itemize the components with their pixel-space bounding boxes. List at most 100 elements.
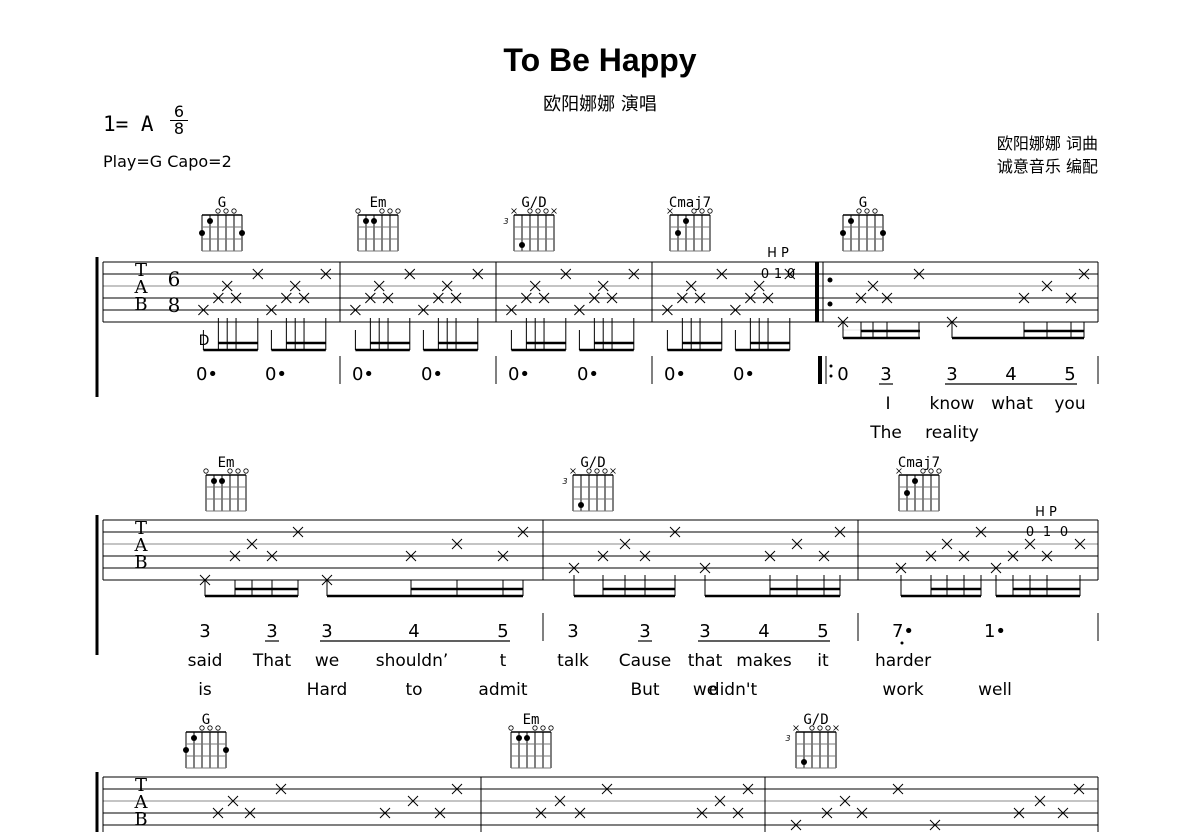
lyric-line-1: what bbox=[991, 394, 1033, 414]
fret-position-label: 3 bbox=[503, 217, 508, 226]
open-string-marker bbox=[856, 208, 862, 214]
jianpu-note: 5 bbox=[497, 621, 508, 642]
open-string-marker bbox=[699, 208, 705, 214]
open-string-marker bbox=[864, 208, 870, 214]
open-string-marker bbox=[825, 725, 831, 731]
chord-diagram-g: G bbox=[840, 195, 886, 252]
jianpu-note: 3 bbox=[266, 621, 277, 642]
chord-name: Cmaj7 bbox=[898, 455, 940, 471]
chord-diagram-cmaj7: Cmaj7 bbox=[667, 195, 713, 252]
lyric-line-2: admit bbox=[478, 680, 527, 700]
fret-position-label: 3 bbox=[562, 477, 567, 486]
chord-dot bbox=[371, 218, 377, 224]
jianpu-note: 0• bbox=[265, 364, 287, 385]
open-string-marker bbox=[535, 208, 541, 214]
chord-name: G bbox=[859, 195, 867, 211]
chord-name: G bbox=[218, 195, 226, 211]
jianpu-note: 0• bbox=[352, 364, 374, 385]
chord-dot bbox=[848, 218, 854, 224]
chord-diagram-em: Em bbox=[355, 195, 401, 252]
lyric-line-2: Hard bbox=[307, 680, 348, 700]
jianpu-note: 0• bbox=[508, 364, 530, 385]
open-string-marker bbox=[817, 725, 823, 731]
open-string-marker bbox=[395, 208, 401, 214]
tab-label-b: B bbox=[134, 809, 147, 830]
chord-dot bbox=[211, 478, 217, 484]
open-string-marker bbox=[936, 468, 942, 474]
lyric-line-1: talk bbox=[557, 651, 589, 671]
jianpu-note: 3 bbox=[639, 621, 650, 642]
jianpu-note: 5 bbox=[1064, 364, 1075, 385]
repeat-dot bbox=[829, 364, 833, 368]
chord-name: Em bbox=[218, 455, 235, 471]
chord-dot bbox=[516, 735, 522, 741]
lyric-line-1: harder bbox=[875, 651, 931, 671]
lyric-line-1: know bbox=[930, 394, 975, 414]
technique-label: H P bbox=[767, 246, 789, 261]
lyric-line-1: that bbox=[688, 651, 723, 671]
tab-fret-number: 0 bbox=[761, 267, 769, 282]
jianpu-note: 0• bbox=[421, 364, 443, 385]
chord-diagram-g: G bbox=[199, 195, 245, 252]
jianpu-note: 3 bbox=[699, 621, 710, 642]
lyric-line-2: didn't bbox=[709, 680, 758, 700]
chord-dot bbox=[801, 759, 807, 765]
jianpu-note: 3 bbox=[946, 364, 957, 385]
chord-name: G/D bbox=[521, 195, 546, 211]
chord-dot bbox=[207, 218, 213, 224]
open-string-marker bbox=[199, 725, 205, 731]
jianpu-note: 4 bbox=[408, 621, 419, 642]
jianpu-note: 1• bbox=[984, 621, 1006, 642]
jianpu-note: 7• bbox=[892, 621, 914, 642]
chord-dot bbox=[578, 502, 584, 508]
jianpu-note: 0• bbox=[196, 364, 218, 385]
lyric-line-1: shouldn’ bbox=[376, 651, 449, 671]
repeat-dot bbox=[827, 301, 833, 307]
jianpu-note: 0• bbox=[664, 364, 686, 385]
repeat-dot bbox=[829, 374, 833, 378]
lyric-line-2: The bbox=[869, 423, 902, 443]
chord-name: G/D bbox=[580, 455, 605, 471]
chord-diagram-g-d: G/D 3 bbox=[785, 712, 839, 769]
tab-fret-number: 0 bbox=[787, 267, 795, 282]
jianpu-note: 4 bbox=[758, 621, 769, 642]
lyric-line-1: said bbox=[188, 651, 223, 671]
open-string-marker bbox=[223, 208, 229, 214]
open-string-marker bbox=[387, 208, 393, 214]
open-string-marker bbox=[928, 468, 934, 474]
lyric-line-2: to bbox=[405, 680, 422, 700]
open-string-marker bbox=[594, 468, 600, 474]
tab-time-top: 6 bbox=[168, 267, 181, 291]
tab-fret-number: 1 bbox=[1043, 525, 1051, 540]
lyric-line-2: reality bbox=[925, 423, 979, 443]
open-string-marker bbox=[231, 208, 237, 214]
jianpu-note: 0 bbox=[837, 364, 848, 385]
open-string-marker bbox=[215, 208, 221, 214]
chord-diagram-g-d: G/D 3 bbox=[562, 455, 616, 512]
low-octave-dot bbox=[900, 641, 904, 645]
chord-name: Em bbox=[523, 712, 540, 728]
tab-fret-number: 0 bbox=[1026, 525, 1034, 540]
open-string-marker bbox=[203, 468, 209, 474]
technique-label: H P bbox=[1035, 505, 1057, 520]
lyric-line-1: we bbox=[315, 651, 339, 671]
jianpu-note: 5 bbox=[817, 621, 828, 642]
tab-time-bottom: 8 bbox=[168, 293, 181, 317]
tab-label-b: B bbox=[134, 552, 147, 573]
open-string-marker bbox=[508, 725, 514, 731]
bass-d-marker: D bbox=[199, 333, 210, 349]
chord-name: Cmaj7 bbox=[669, 195, 711, 211]
chord-name: G/D bbox=[803, 712, 828, 728]
open-string-marker bbox=[872, 208, 878, 214]
open-string-marker bbox=[809, 725, 815, 731]
chord-dot bbox=[675, 230, 681, 236]
chord-dot bbox=[840, 230, 846, 236]
open-string-marker bbox=[540, 725, 546, 731]
lyric-line-1: I bbox=[885, 394, 890, 414]
jianpu-note: 3 bbox=[321, 621, 332, 642]
chord-diagram-g: G bbox=[183, 712, 229, 769]
chord-dot bbox=[363, 218, 369, 224]
lyric-line-2: is bbox=[198, 680, 212, 700]
open-string-marker bbox=[207, 725, 213, 731]
chord-dot bbox=[912, 478, 918, 484]
